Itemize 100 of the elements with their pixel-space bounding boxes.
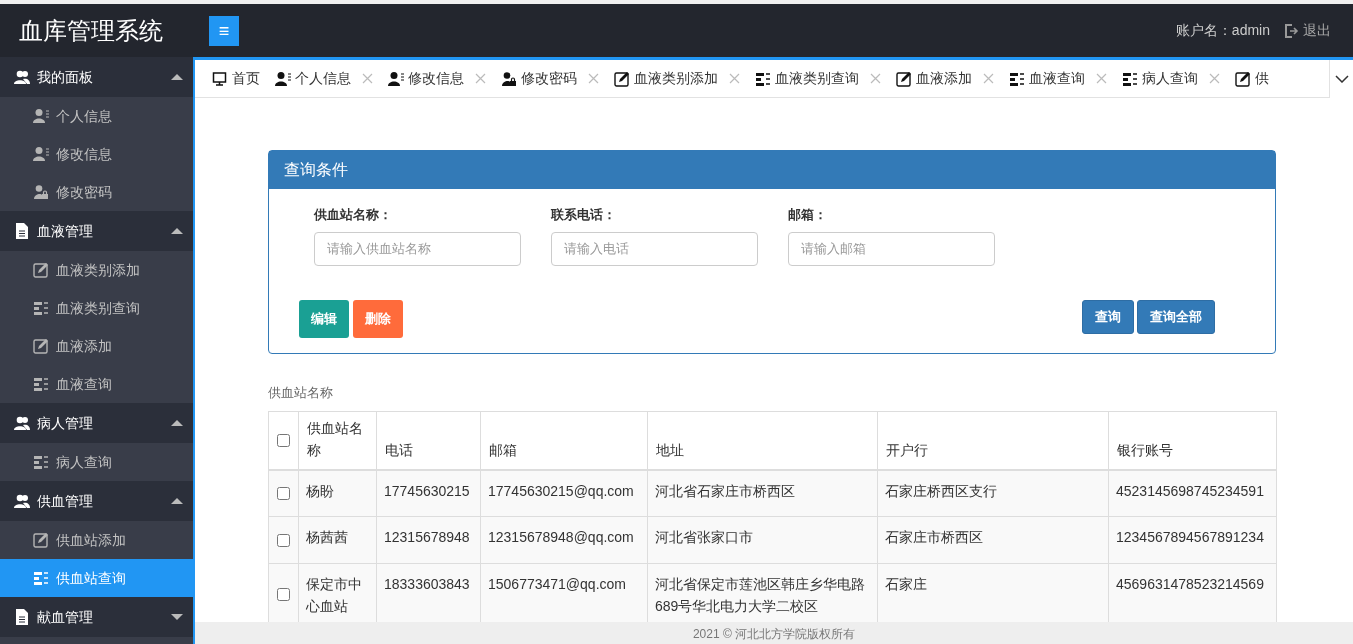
table-cell: 12315678948 bbox=[376, 516, 481, 564]
caret-up-icon bbox=[171, 420, 183, 426]
document-icon bbox=[14, 223, 30, 239]
input-field[interactable]: 请输入供血站名称 bbox=[314, 231, 521, 266]
query-button[interactable]: 查询 bbox=[1082, 299, 1134, 334]
column-header: 银行账号 bbox=[1108, 411, 1277, 470]
input-field[interactable]: 请输入电话 bbox=[551, 231, 758, 266]
sidebar-item[interactable]: 血液类别查询 bbox=[0, 289, 193, 327]
query-button[interactable]: 查询全部 bbox=[1137, 299, 1215, 334]
sidebar-item[interactable]: 修改密码 bbox=[0, 173, 193, 211]
edit-icon bbox=[33, 262, 49, 278]
list-icon bbox=[1122, 70, 1138, 87]
column-header: 开户行 bbox=[877, 411, 1109, 470]
users-icon bbox=[14, 69, 30, 85]
user-list-icon bbox=[388, 70, 404, 87]
edit-icon bbox=[896, 70, 912, 87]
checkbox[interactable] bbox=[277, 433, 290, 447]
copyright-text: 2021 © 河北北方学院版权所有 bbox=[692, 626, 856, 643]
sidebar-item[interactable]: 修改信息 bbox=[0, 135, 193, 173]
sidebar-item[interactable]: 个人信息 bbox=[0, 97, 193, 135]
caret-up-icon bbox=[171, 228, 183, 234]
list-icon bbox=[33, 300, 49, 316]
table-cell: 1234567894567891234 bbox=[1108, 516, 1277, 564]
table-caption: 供血站名称 bbox=[268, 383, 334, 402]
panel-title: 查询条件 bbox=[269, 151, 1275, 189]
table-cell: 4523145698745234591 bbox=[1108, 469, 1277, 517]
tab[interactable]: 修改信息 bbox=[388, 68, 486, 89]
sidebar-item[interactable]: 血液查询 bbox=[0, 365, 193, 403]
column-header: 邮箱 bbox=[480, 411, 648, 470]
table-cell: 12315678948@qq.com bbox=[480, 516, 648, 564]
user-lock-icon bbox=[33, 184, 49, 200]
close-icon[interactable] bbox=[1209, 73, 1220, 84]
list-icon bbox=[33, 454, 49, 470]
sidebar-group[interactable]: 我的面板 bbox=[0, 57, 193, 97]
sidebar-item[interactable]: 供血站添加 bbox=[0, 521, 193, 559]
list-icon bbox=[33, 570, 49, 586]
edit-icon bbox=[33, 532, 49, 548]
close-icon[interactable] bbox=[362, 73, 373, 84]
sidebar-group[interactable]: 病人管理 bbox=[0, 403, 193, 443]
close-icon[interactable] bbox=[729, 73, 740, 84]
tab[interactable]: 供 bbox=[1235, 68, 1269, 89]
close-icon[interactable] bbox=[983, 73, 994, 84]
close-icon[interactable] bbox=[588, 73, 599, 84]
app-title: 血库管理系统 bbox=[18, 15, 164, 46]
list-icon bbox=[1009, 70, 1025, 87]
user-list-icon bbox=[33, 146, 49, 162]
sidebar-item[interactable]: 血液类别添加 bbox=[0, 251, 193, 289]
table-cell: 17745630215 bbox=[376, 469, 481, 517]
sidebar-group[interactable]: 供血管理 bbox=[0, 481, 193, 521]
checkbox[interactable] bbox=[277, 486, 290, 500]
edit-icon bbox=[1235, 70, 1251, 87]
tab[interactable]: 个人信息 bbox=[275, 68, 373, 89]
logout-icon bbox=[1284, 22, 1300, 39]
sidebar-group[interactable]: 血液管理 bbox=[0, 211, 193, 251]
list-icon bbox=[33, 376, 49, 392]
close-icon[interactable] bbox=[475, 73, 486, 84]
column-header: 供血站名称 bbox=[298, 411, 377, 470]
edit-icon bbox=[33, 338, 49, 354]
table-cell: 杨盼 bbox=[298, 469, 377, 517]
table-cell: 河北省石家庄市桥西区 bbox=[647, 469, 878, 517]
tab[interactable]: 血液查询 bbox=[1009, 68, 1107, 89]
users-icon bbox=[14, 415, 30, 431]
table-cell: 石家庄市桥西区 bbox=[877, 516, 1109, 564]
field-label: 邮箱： bbox=[788, 206, 828, 224]
caret-up-icon bbox=[171, 498, 183, 504]
tab[interactable]: 修改密码 bbox=[501, 68, 599, 89]
logout-link[interactable]: 退出 bbox=[1284, 20, 1331, 41]
field-label: 联系电话： bbox=[551, 206, 617, 224]
edit-icon bbox=[614, 70, 630, 87]
checkbox[interactable] bbox=[277, 533, 290, 547]
chevron-down-icon bbox=[1334, 74, 1349, 83]
user-list-icon bbox=[275, 70, 291, 87]
tab[interactable]: 病人查询 bbox=[1122, 68, 1220, 89]
column-header: 电话 bbox=[376, 411, 481, 470]
table-cell: 杨茜茜 bbox=[298, 516, 377, 564]
sidebar-group[interactable]: 献血管理 bbox=[0, 597, 193, 637]
tab[interactable]: 血液添加 bbox=[896, 68, 994, 89]
caret-up-icon bbox=[171, 74, 183, 80]
document-icon bbox=[14, 609, 30, 625]
tab[interactable]: 血液类别添加 bbox=[614, 68, 740, 89]
account-name: 账户名：admin bbox=[1175, 21, 1270, 40]
table-cell: 17745630215@qq.com bbox=[480, 469, 648, 517]
users-icon bbox=[14, 493, 30, 509]
close-icon[interactable] bbox=[870, 73, 881, 84]
tab[interactable]: 血液类别查询 bbox=[755, 68, 881, 89]
table-cell: 河北省张家口市 bbox=[647, 516, 878, 564]
list-icon bbox=[755, 70, 771, 87]
caret-down-icon bbox=[171, 614, 183, 620]
column-header: 地址 bbox=[647, 411, 878, 470]
checkbox[interactable] bbox=[277, 588, 290, 601]
user-lock-icon bbox=[501, 70, 517, 87]
tab[interactable]: 首页 bbox=[212, 68, 260, 89]
table-cell: 石家庄桥西区支行 bbox=[877, 469, 1109, 517]
user-list-icon bbox=[33, 108, 49, 124]
close-icon[interactable] bbox=[1096, 73, 1107, 84]
sidebar-item[interactable]: 血液添加 bbox=[0, 327, 193, 365]
field-label: 供血站名称： bbox=[314, 206, 393, 224]
sidebar-item[interactable]: 病人查询 bbox=[0, 443, 193, 481]
tab-dropdown-button[interactable] bbox=[1329, 59, 1353, 98]
input-field[interactable]: 请输入邮箱 bbox=[788, 231, 995, 266]
